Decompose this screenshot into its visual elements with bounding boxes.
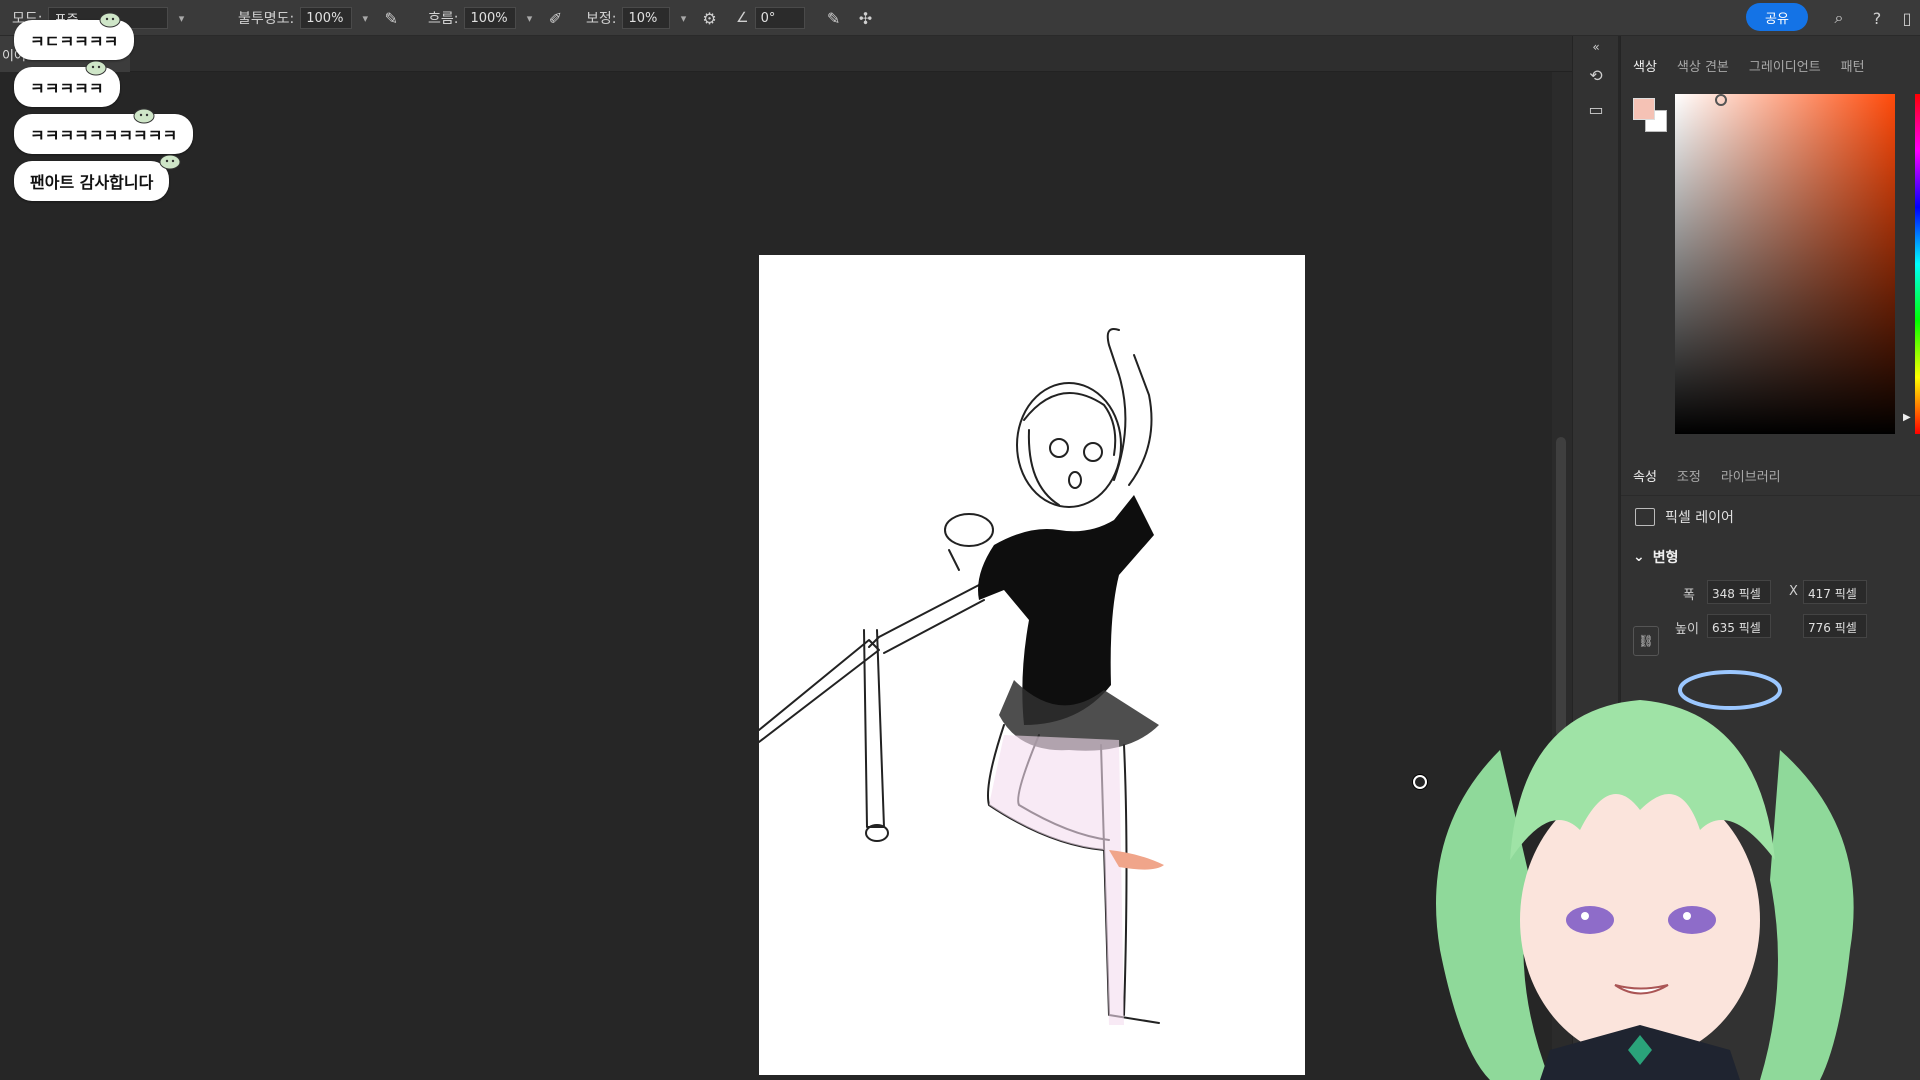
angle-field[interactable]: 0° bbox=[754, 7, 805, 29]
width-label: 폭 bbox=[1683, 588, 1695, 603]
chat-message: ㅋㅋㅋㅋㅋㅋㅋㅋㅋㅋ bbox=[14, 114, 194, 154]
layer-kind-label: 픽셀 레이어 bbox=[1665, 510, 1734, 526]
document-tab-strip: 이어 bbox=[0, 36, 1572, 72]
cat-emote-icon bbox=[99, 12, 121, 28]
chevron-down-icon[interactable]: ▾ bbox=[174, 7, 188, 29]
cat-emote-icon bbox=[133, 108, 155, 124]
comment-icon[interactable]: ▭ bbox=[1573, 92, 1619, 126]
photoshop-window: 모드: 표준 ▾ 불투명도: 100% ▾ ✎ 흐름: 100% ▾ ✐ 보정:… bbox=[0, 0, 1920, 1080]
smoothing-group: 보정: 10% ▾ ⚙ bbox=[586, 5, 722, 31]
width-field[interactable]: 348 픽셀 bbox=[1707, 580, 1771, 604]
flow-group: 흐름: 100% ▾ ✐ bbox=[428, 5, 568, 31]
chevron-down-icon[interactable]: ▾ bbox=[522, 7, 536, 29]
angle-group: ∠ 0° ✎ ✣ bbox=[736, 5, 879, 31]
opacity-label: 불투명도: bbox=[238, 11, 295, 27]
layer-kind-row: 픽셀 레이어 bbox=[1621, 496, 1920, 538]
pixel-layer-icon bbox=[1635, 508, 1655, 526]
hue-slider[interactable] bbox=[1915, 94, 1920, 434]
section-title: 변형 bbox=[1652, 550, 1679, 566]
transform-section-header[interactable]: ⌄ 변형 bbox=[1621, 538, 1920, 576]
cat-emote-icon bbox=[85, 60, 107, 76]
opacity-field[interactable]: 100% bbox=[300, 7, 353, 29]
tab-color[interactable]: 색상 bbox=[1633, 56, 1657, 75]
hue-slider-handle[interactable]: ▶ bbox=[1903, 412, 1911, 423]
search-icon[interactable]: ⌕ bbox=[1826, 5, 1852, 31]
airbrush-icon[interactable]: ✐ bbox=[542, 5, 568, 31]
width-row: 폭 348 픽셀 X 417 픽셀 bbox=[1621, 576, 1920, 610]
color-panel-tabs: 색상 색상 견본 그레이디언트 패턴 bbox=[1621, 36, 1920, 98]
pressure-opacity-icon[interactable]: ✎ bbox=[378, 5, 404, 31]
ballerina-sketch bbox=[759, 328, 1164, 1025]
tab-patterns[interactable]: 패턴 bbox=[1841, 56, 1865, 75]
cat-emote-icon bbox=[159, 154, 181, 170]
tab-swatches[interactable]: 색상 견본 bbox=[1677, 56, 1729, 75]
share-button[interactable]: 공유 bbox=[1746, 3, 1808, 31]
chevron-down-icon: ⌄ bbox=[1633, 549, 1645, 565]
symmetry-icon[interactable]: ✣ bbox=[853, 5, 879, 31]
chevron-down-icon[interactable]: ▾ bbox=[358, 7, 372, 29]
help-icon[interactable]: ? bbox=[1864, 5, 1890, 31]
foreground-color-swatch[interactable] bbox=[1633, 98, 1655, 120]
x-label: X bbox=[1789, 584, 1798, 599]
chat-message: 팬아트 감사합니다 bbox=[14, 161, 170, 201]
workspace-icon[interactable]: ▯ bbox=[1894, 5, 1920, 31]
pressure-size-icon[interactable]: ✎ bbox=[821, 5, 847, 31]
smoothing-field[interactable]: 10% bbox=[622, 7, 671, 29]
tab-properties[interactable]: 속성 bbox=[1633, 466, 1657, 485]
tab-gradients[interactable]: 그레이디언트 bbox=[1749, 56, 1821, 75]
tab-libraries[interactable]: 라이브러리 bbox=[1721, 466, 1781, 485]
properties-tabs: 속성 조정 라이브러리 bbox=[1621, 456, 1920, 496]
tab-adjustments[interactable]: 조정 bbox=[1677, 466, 1701, 485]
artboard[interactable] bbox=[759, 255, 1305, 1075]
chevron-down-icon[interactable]: ▾ bbox=[676, 7, 690, 29]
opacity-group: 불투명도: 100% ▾ ✎ bbox=[238, 5, 404, 31]
color-picker-field[interactable] bbox=[1675, 94, 1895, 434]
flow-label: 흐름: bbox=[428, 11, 459, 27]
history-icon[interactable]: ⟲ bbox=[1573, 58, 1619, 92]
flow-field[interactable]: 100% bbox=[464, 7, 517, 29]
streamer-avatar bbox=[1436, 670, 1854, 1080]
smoothing-label: 보정: bbox=[586, 11, 617, 27]
options-bar: 모드: 표준 ▾ 불투명도: 100% ▾ ✎ 흐름: 100% ▾ ✐ 보정:… bbox=[0, 0, 1920, 36]
collapse-icon[interactable]: « bbox=[1573, 36, 1619, 58]
properties-panel: 속성 조정 라이브러리 픽셀 레이어 ⌄ 변형 폭 348 픽셀 X 417 픽… bbox=[1621, 456, 1920, 644]
angle-icon: ∠ bbox=[736, 10, 749, 26]
picker-cursor[interactable] bbox=[1715, 94, 1727, 106]
x-field[interactable]: 417 픽셀 bbox=[1803, 580, 1867, 604]
gear-icon[interactable]: ⚙ bbox=[696, 5, 722, 31]
